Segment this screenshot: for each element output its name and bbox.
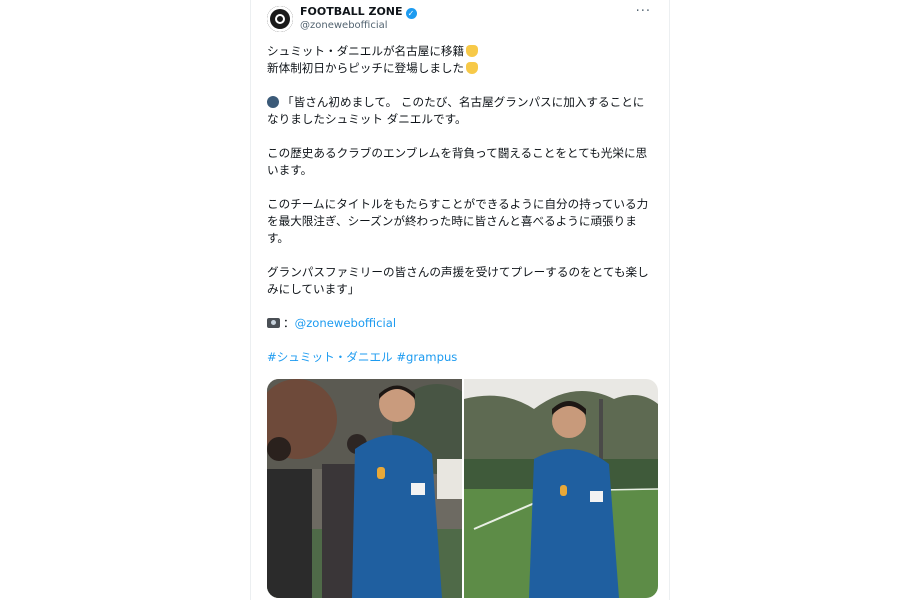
speaking-head-icon xyxy=(267,96,279,108)
hashtag-link[interactable]: #grampus xyxy=(396,350,457,364)
text-line: このチームにタイトルをもたらすことができるように自分の持っている力 xyxy=(267,197,649,211)
tweet-header: FOOTBALL ZONE ✓ @zonewebofficial ··· xyxy=(267,4,657,36)
text-line: シュミット・ダニエルが名古屋に移籍 xyxy=(267,43,663,60)
author-name[interactable]: FOOTBALL ZONE ✓ xyxy=(300,5,417,19)
media-grid xyxy=(267,379,658,598)
text-line: す。 xyxy=(267,231,290,245)
author-handle[interactable]: @zonewebofficial xyxy=(300,20,388,31)
text-line: 新体制初日からピッチに登場しました xyxy=(267,60,663,77)
text-line: グランパスファミリーの皆さんの声援を受けてプレーするのをとても楽し xyxy=(267,265,649,279)
camera-icon xyxy=(267,318,280,328)
text-line: います。 xyxy=(267,163,313,177)
photo-credit: ：@zonewebofficial xyxy=(267,315,663,332)
tweet-card: FOOTBALL ZONE ✓ @zonewebofficial ··· シュミッ… xyxy=(250,0,670,600)
text-line: みにしています」 xyxy=(267,282,360,296)
verified-badge-icon: ✓ xyxy=(405,8,417,19)
text-line: 「皆さん初めまして。 このたび、名古屋グランパスに加入することに xyxy=(267,94,663,111)
text-line: なりましたシュミット ダニエルです。 xyxy=(267,112,467,126)
player-photo-right[interactable] xyxy=(464,379,658,598)
credit-handle-link[interactable]: @zonewebofficial xyxy=(295,316,396,330)
author-name-text[interactable]: FOOTBALL ZONE xyxy=(300,5,403,18)
raised-hand-icon xyxy=(466,45,479,57)
avatar[interactable] xyxy=(267,6,293,32)
hand-wave-icon xyxy=(466,62,479,74)
player-photo-left[interactable] xyxy=(267,379,462,598)
hashtags: #シュミット・ダニエル #grampus xyxy=(267,349,663,366)
text-line: を最大限注ぎ、シーズンが終わった時に皆さんと喜べるように頑張りま xyxy=(267,214,637,228)
text-line: この歴史あるクラブのエンブレムを背負って闘えることをとても光栄に思 xyxy=(267,146,648,160)
tweet-text: シュミット・ダニエルが名古屋に移籍 新体制初日からピッチに登場しました 「皆さん… xyxy=(267,43,663,366)
hashtag-link[interactable]: #シュミット・ダニエル xyxy=(267,350,393,364)
more-options-icon[interactable]: ··· xyxy=(636,4,651,19)
